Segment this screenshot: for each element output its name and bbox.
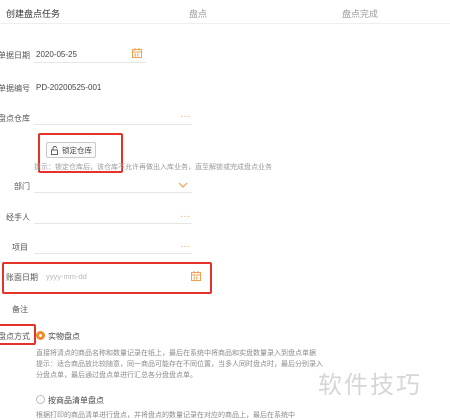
dept-select[interactable] — [34, 192, 192, 193]
doc-no-value: PD-20200525-001 — [36, 83, 102, 92]
watermark: 软件技巧 — [318, 371, 422, 399]
highlight-method-label — [0, 324, 36, 345]
option-physical-desc: 直接将清点的商品名称和数量记录在纸上，最后在系统中将商品和实盘数量录入到盘点单据 — [36, 350, 316, 357]
calendar-icon[interactable] — [132, 48, 142, 58]
chevron-down-icon[interactable] — [178, 181, 188, 189]
handler-field[interactable] — [34, 223, 192, 224]
step-complete: 盘点完成 — [342, 9, 379, 19]
more-icon[interactable]: ··· — [180, 212, 190, 222]
option-physical-desc: 分盘点单，最后通过盘点单进行汇总各分盘盘点单。 — [36, 372, 197, 379]
project-label: 项目 — [12, 243, 28, 252]
more-icon[interactable]: ··· — [180, 112, 190, 122]
radio-list-count[interactable] — [36, 395, 45, 404]
project-field[interactable] — [34, 253, 192, 254]
option-list-desc: 根据打印的商品清单进行盘点，并将盘点的数量记录在对应的商品上，最后在系统中 — [36, 412, 295, 419]
warehouse-label: 盘点仓库 — [0, 114, 30, 123]
dept-label: 部门 — [14, 182, 30, 191]
handler-label: 经手人 — [6, 213, 30, 222]
option-list-label: 按商品清单盘点 — [48, 396, 104, 405]
doc-no-label: 单据编号 — [0, 84, 30, 93]
option-physical-label: 实物盘点 — [48, 332, 80, 341]
progress-steps: 创建盘点任务 盘点 盘点完成 — [0, 0, 450, 24]
radio-physical-count[interactable] — [36, 331, 45, 340]
lock-hint: 提示：锁定仓库后，该仓库不允许再做出入库业务，直至解锁或完成盘点业务 — [34, 164, 272, 171]
highlight-account-date — [2, 262, 212, 294]
remark-label: 备注 — [12, 305, 28, 314]
doc-date-underline — [34, 62, 146, 63]
warehouse-underline — [34, 124, 192, 125]
more-icon[interactable]: ··· — [180, 242, 190, 252]
step-create-task: 创建盘点任务 — [6, 9, 61, 19]
doc-date-label: 单据日期 — [0, 51, 30, 60]
step-count: 盘点 — [189, 9, 208, 19]
option-physical-desc: 提示：适合商品放比较随意，同一商品可能存在不同位置，当多人同时盘点时，最后分别录… — [36, 361, 323, 368]
doc-date-field[interactable]: 2020-05-25 — [36, 50, 77, 59]
